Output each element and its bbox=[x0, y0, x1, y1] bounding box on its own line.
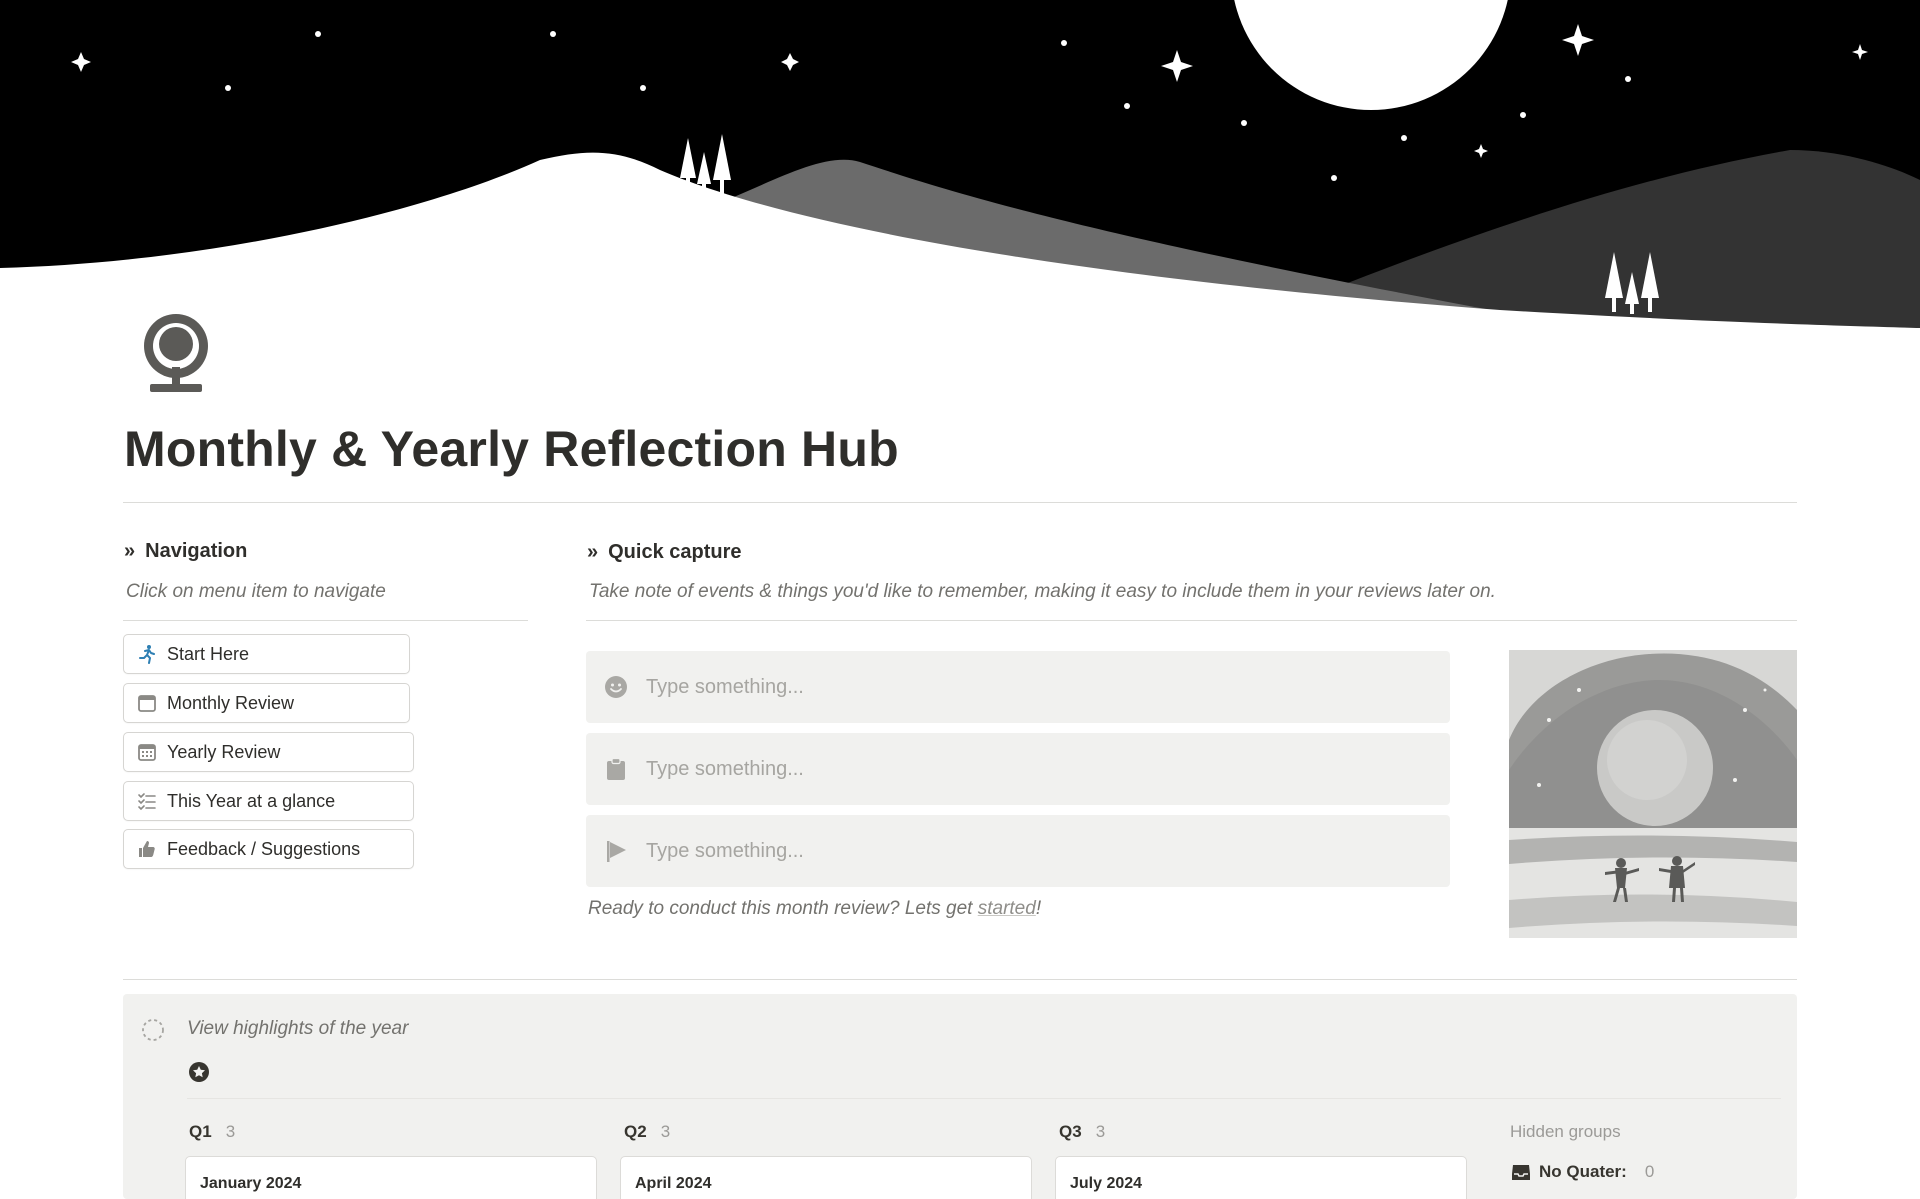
quick-capture-field-3[interactable] bbox=[586, 815, 1450, 887]
quick-capture-divider bbox=[586, 620, 1797, 621]
card-july-2024[interactable]: July 2024 bbox=[1055, 1156, 1467, 1199]
cover-image bbox=[0, 0, 1920, 330]
ready-prompt-text: Ready to conduct this month review? Lets… bbox=[588, 898, 978, 919]
no-quarter-label: No Quater: bbox=[1539, 1162, 1627, 1181]
quick-capture-heading: » Quick capture bbox=[587, 541, 742, 564]
smiley-icon bbox=[605, 676, 627, 698]
navigation-heading-label: Navigation bbox=[145, 540, 248, 562]
started-link[interactable]: started bbox=[978, 898, 1036, 919]
highlights-title[interactable]: View highlights of the year bbox=[187, 1018, 408, 1040]
calendar-icon bbox=[138, 695, 156, 712]
navigation-hint: Click on menu item to navigate bbox=[126, 581, 386, 602]
hidden-group-no-quarter[interactable]: No Quater: 0 bbox=[1511, 1162, 1654, 1182]
card-january-2024[interactable]: January 2024 bbox=[185, 1156, 597, 1199]
clipboard-icon bbox=[607, 757, 625, 780]
navigation-heading: » Navigation bbox=[124, 540, 247, 563]
group-q3-header[interactable]: Q3 3 bbox=[1059, 1122, 1105, 1142]
nav-start-here-button[interactable]: Start Here bbox=[123, 634, 410, 674]
section-divider bbox=[123, 979, 1797, 980]
ready-prompt-suffix: ! bbox=[1035, 898, 1042, 919]
group-q2-name: Q2 bbox=[624, 1122, 647, 1141]
double-chevron-icon: » bbox=[124, 540, 136, 562]
navigation-divider bbox=[123, 620, 528, 621]
loading-spinner-icon bbox=[142, 1019, 164, 1041]
highlights-board: View highlights of the year Q1 3 January… bbox=[123, 994, 1797, 1199]
quick-capture-heading-label: Quick capture bbox=[608, 541, 742, 563]
nav-yearly-review-label: Yearly Review bbox=[167, 741, 281, 762]
quick-capture-input-3[interactable] bbox=[646, 839, 1406, 863]
calendar-grid-icon bbox=[138, 744, 156, 761]
group-q1-header[interactable]: Q1 3 bbox=[189, 1122, 235, 1142]
nav-start-here-label: Start Here bbox=[167, 643, 250, 664]
group-q3-count: 3 bbox=[1095, 1122, 1106, 1141]
quick-capture-input-1[interactable] bbox=[646, 675, 1406, 699]
group-q1-count: 3 bbox=[225, 1122, 236, 1141]
nav-feedback-label: Feedback / Suggestions bbox=[167, 838, 361, 859]
nav-feedback-button[interactable]: Feedback / Suggestions bbox=[123, 829, 414, 869]
group-q2-count: 3 bbox=[660, 1122, 671, 1141]
moon-watercolor-image bbox=[1509, 650, 1797, 938]
quick-capture-hint: Take note of events & things you'd like … bbox=[589, 581, 1496, 602]
running-person-icon bbox=[139, 645, 155, 664]
hidden-groups-label: Hidden groups bbox=[1510, 1122, 1621, 1141]
nav-monthly-review-label: Monthly Review bbox=[167, 692, 295, 713]
group-q3-name: Q3 bbox=[1059, 1122, 1082, 1141]
thumbs-up-icon bbox=[139, 841, 155, 857]
quick-capture-input-2[interactable] bbox=[646, 757, 1406, 781]
vanity-mirror-icon bbox=[136, 312, 216, 394]
checklist-icon bbox=[138, 793, 156, 811]
card-april-2024[interactable]: April 2024 bbox=[620, 1156, 1032, 1199]
nav-year-at-a-glance-button[interactable]: This Year at a glance bbox=[123, 781, 414, 821]
star-badge-icon[interactable] bbox=[189, 1062, 209, 1082]
title-divider bbox=[123, 502, 1797, 503]
group-q1-name: Q1 bbox=[189, 1122, 212, 1141]
page-title: Monthly & Yearly Reflection Hub bbox=[124, 421, 899, 477]
quick-capture-field-2[interactable] bbox=[586, 733, 1450, 805]
nav-year-at-a-glance-label: This Year at a glance bbox=[167, 790, 336, 811]
ready-prompt: Ready to conduct this month review? Lets… bbox=[588, 898, 1041, 920]
no-quarter-count: 0 bbox=[1644, 1162, 1655, 1181]
highlights-divider bbox=[187, 1098, 1781, 1099]
inbox-icon bbox=[1512, 1165, 1530, 1180]
flag-icon bbox=[607, 841, 626, 862]
quick-capture-field-1[interactable] bbox=[586, 651, 1450, 723]
group-q2-header[interactable]: Q2 3 bbox=[624, 1122, 670, 1142]
nav-monthly-review-button[interactable]: Monthly Review bbox=[123, 683, 410, 723]
double-chevron-icon: » bbox=[587, 541, 599, 563]
nav-yearly-review-button[interactable]: Yearly Review bbox=[123, 732, 414, 772]
